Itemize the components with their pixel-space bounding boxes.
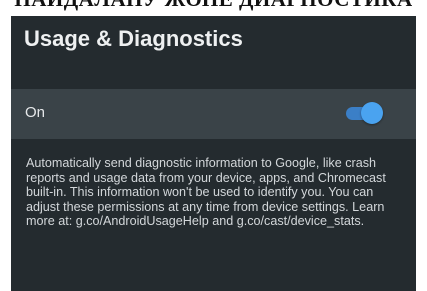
toggle-switch-thumb[interactable]: [361, 102, 383, 124]
description-text: Automatically send diagnostic informatio…: [26, 156, 386, 229]
usage-diagnostics-toggle-row[interactable]: On: [11, 89, 416, 139]
caption-text: НАЙДАЛАНУ ЖӘНЕ ДИАГНОСТИКА: [0, 0, 427, 12]
top-caption: НАЙДАЛАНУ ЖӘНЕ ДИАГНОСТИКА: [0, 0, 427, 16]
page-title: Usage & Diagnostics: [24, 26, 243, 51]
toggle-label: On: [25, 104, 46, 121]
usage-diagnostics-panel: Usage & Diagnostics On Automatically sen…: [11, 16, 416, 291]
